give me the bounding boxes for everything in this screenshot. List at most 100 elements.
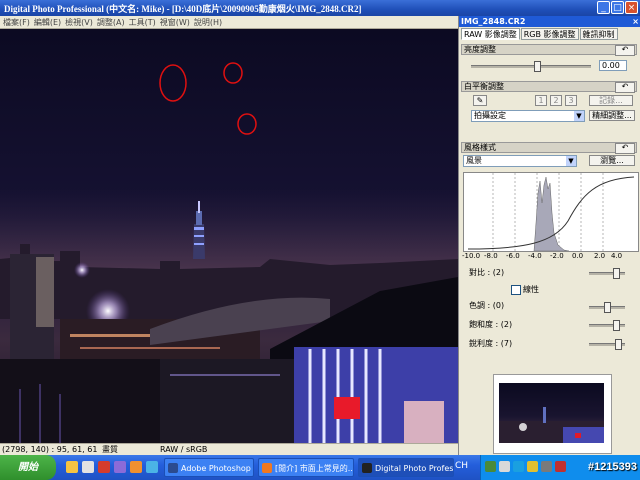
task-label: Digital Photo Profess... <box>375 464 454 473</box>
menu-edit[interactable]: 編輯(E) <box>34 16 61 28</box>
sharpness-slider-knob[interactable] <box>615 339 622 350</box>
annotation-circle <box>159 64 187 102</box>
sharpness-label: 銳利度 : (7) <box>469 339 513 348</box>
tray-icon[interactable] <box>499 461 510 472</box>
wb-label: 白平衡調整 <box>464 82 504 91</box>
photoshop-icon <box>168 463 178 473</box>
window-title: Digital Photo Professional (中文名: Mike) -… <box>4 4 362 14</box>
menu-window[interactable]: 視窗(W) <box>160 16 190 28</box>
contrast-label: 對比 : (2) <box>469 268 505 277</box>
close-button[interactable]: × <box>625 1 638 14</box>
contrast-slider[interactable] <box>589 268 625 279</box>
saturation-slider[interactable] <box>589 320 625 331</box>
brightness-slider-knob[interactable] <box>534 61 541 72</box>
quick-launch-icon[interactable] <box>130 461 142 473</box>
picture-style-browse-button[interactable]: 瀏覽... <box>589 155 635 166</box>
tool-palette: IMG_2848.CR2 × RAW 影像調整 RGB 影像調整 雜訊抑制 亮度… <box>458 16 640 455</box>
wb-reset-button[interactable]: ↶ <box>615 82 635 93</box>
tray-icon[interactable] <box>513 461 524 472</box>
contrast-slider-knob[interactable] <box>613 268 620 279</box>
tab-raw-adjust[interactable]: RAW 影像調整 <box>461 28 520 40</box>
linear-label: 線性 <box>523 285 539 294</box>
tray-icon[interactable] <box>541 461 552 472</box>
camera-icon <box>362 463 372 473</box>
hist-tick: -2.0 <box>550 252 564 260</box>
histogram-tone-curve[interactable] <box>463 172 639 252</box>
picture-style-reset-button[interactable]: ↶ <box>615 143 635 154</box>
tab-rgb-adjust[interactable]: RGB 影像調整 <box>520 28 579 40</box>
menu-bar: 檔案(F) 編輯(E) 檢視(V) 調整(A) 工具(T) 視窗(W) 說明(H… <box>0 16 458 29</box>
brightness-label: 亮度調整 <box>464 45 496 54</box>
sharpness-slider[interactable] <box>589 339 625 350</box>
hist-tick: -10.0 <box>462 252 481 260</box>
task-photoshop[interactable]: Adobe Photoshop C... <box>164 458 254 477</box>
hue-slider[interactable] <box>589 302 625 313</box>
wb-register-button[interactable]: 記錄... <box>589 95 633 106</box>
brightness-section-header: 亮度調整 ↶ <box>461 44 637 56</box>
brightness-reset-button[interactable]: ↶ <box>615 45 635 56</box>
menu-view[interactable]: 檢視(V) <box>65 16 93 28</box>
palette-close-icon[interactable]: × <box>632 16 639 27</box>
tray-icon[interactable] <box>485 461 496 472</box>
chevron-down-icon: ▼ <box>574 111 584 121</box>
menu-tools[interactable]: 工具(T) <box>129 16 156 28</box>
task-dpp[interactable]: Digital Photo Profess... <box>358 458 454 477</box>
hist-tick: 4.0 <box>611 252 623 260</box>
system-tray: CH #1215393 <box>455 455 640 480</box>
taskbar: 開始 Adobe Photoshop C... [閒介] 市面上常見的... D… <box>0 455 640 480</box>
tab-noise-reduction[interactable]: 雜訊抑制 <box>579 28 618 40</box>
palette-title-bar: IMG_2848.CR2 × <box>459 16 640 27</box>
hist-tick: 0.0 <box>572 252 584 260</box>
chevron-down-icon: ▼ <box>566 156 576 166</box>
start-label: 開始 <box>18 462 38 473</box>
navigator-thumbnail[interactable] <box>493 374 612 454</box>
eyedropper-icon[interactable]: ✎ <box>473 95 487 106</box>
menu-file[interactable]: 檔案(F) <box>3 16 30 28</box>
language-indicator[interactable]: CH <box>455 461 468 471</box>
tray-icon[interactable] <box>527 461 538 472</box>
picture-style-section-header: 風格樣式 ↶ <box>461 142 637 154</box>
quick-launch-icon[interactable] <box>114 461 126 473</box>
picture-style-label: 風格樣式 <box>464 143 496 152</box>
folder-icon[interactable] <box>66 461 78 473</box>
quick-launch-icon[interactable] <box>146 461 158 473</box>
saturation-label: 飽和度 : (2) <box>469 320 513 329</box>
picture-style-value: 風景 <box>466 156 482 165</box>
brightness-value-input[interactable]: 0.00 <box>599 60 627 71</box>
task-label: Adobe Photoshop C... <box>181 464 253 473</box>
menu-help[interactable]: 說明(H) <box>194 16 222 28</box>
picture-style-select[interactable]: 風景 ▼ <box>463 155 577 167</box>
wb-fine-tune-button[interactable]: 精細調整... <box>589 110 635 121</box>
hue-label: 色調 : (0) <box>469 301 505 310</box>
title-bar: Digital Photo Professional (中文名: Mike) -… <box>0 0 640 16</box>
image-viewer[interactable] <box>0 29 458 443</box>
linear-checkbox[interactable] <box>511 285 521 295</box>
wb-preset-3-button[interactable]: 3 <box>565 95 577 106</box>
hue-slider-knob[interactable] <box>604 302 611 313</box>
minimize-button[interactable]: _ <box>597 1 610 14</box>
hist-tick: -4.0 <box>528 252 542 260</box>
hist-tick: -8.0 <box>484 252 498 260</box>
task-label: [閒介] 市面上常見的... <box>275 464 354 473</box>
wb-preset-2-button[interactable]: 2 <box>550 95 562 106</box>
night-cityscape-photo <box>0 62 458 443</box>
palette-title: IMG_2848.CR2 <box>461 17 526 26</box>
watermark-id: #1215393 <box>588 461 637 473</box>
brightness-slider[interactable] <box>471 61 591 72</box>
wb-preset-1-button[interactable]: 1 <box>535 95 547 106</box>
media-icon[interactable] <box>82 461 94 473</box>
wb-select-value: 拍攝設定 <box>474 111 506 120</box>
browser-icon <box>262 463 272 473</box>
annotation-circle <box>223 62 243 84</box>
tray-icon[interactable] <box>555 461 566 472</box>
wb-select[interactable]: 拍攝設定 ▼ <box>471 110 585 122</box>
start-button[interactable]: 開始 <box>0 455 56 480</box>
hist-tick: -6.0 <box>506 252 520 260</box>
maximize-button[interactable]: □ <box>611 1 624 14</box>
menu-adjust[interactable]: 調整(A) <box>97 16 125 28</box>
task-forum-browser[interactable]: [閒介] 市面上常見的... <box>258 458 354 477</box>
saturation-slider-knob[interactable] <box>613 320 620 331</box>
quick-launch-icon[interactable] <box>98 461 110 473</box>
thumbnail-image <box>499 383 604 443</box>
hist-tick: 2.0 <box>594 252 606 260</box>
